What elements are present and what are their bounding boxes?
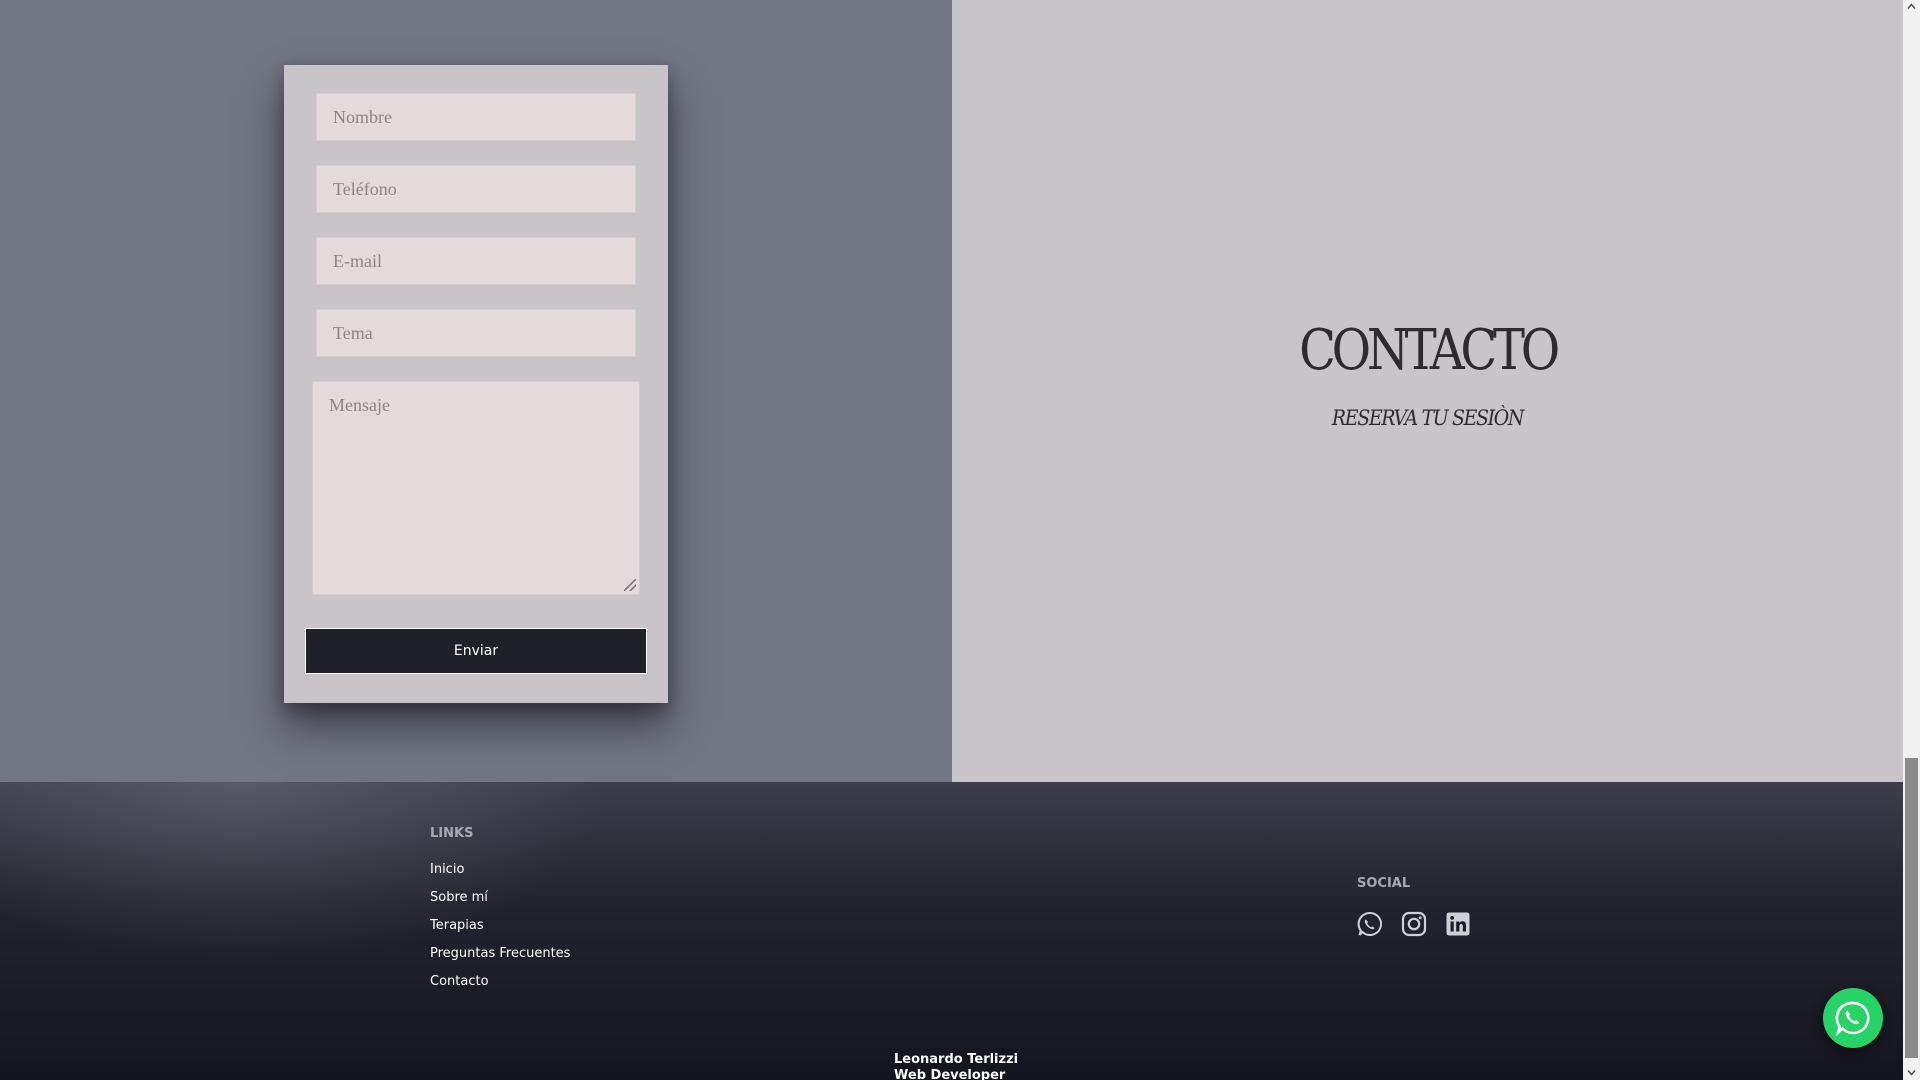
- footer-link-inicio[interactable]: Inicio: [430, 862, 464, 877]
- vertical-scrollbar[interactable]: [1903, 0, 1920, 1080]
- linkedin-icon[interactable]: [1444, 910, 1472, 938]
- page-subtitle: RESERVA TU SESIÒN: [1331, 406, 1524, 430]
- message-placeholder: Mensaje: [329, 395, 390, 415]
- subject-field[interactable]: Tema: [316, 309, 636, 357]
- name-placeholder: Nombre: [333, 106, 392, 127]
- submit-button[interactable]: Enviar: [305, 628, 647, 674]
- form-pane: Nombre Teléfono E-mail Tema Mensaje Envi…: [0, 0, 952, 782]
- credit-name: Leonardo Terlizzi: [894, 1052, 1019, 1067]
- whatsapp-icon: [1835, 1001, 1870, 1037]
- footer-link-sobre-mi[interactable]: Sobre mí: [430, 890, 488, 905]
- message-field[interactable]: Mensaje: [312, 381, 640, 595]
- scroll-up-arrow-icon[interactable]: [1907, 2, 1916, 11]
- heading-pane: CONTACTO RESERVA TU SESIÒN: [952, 0, 1903, 782]
- scrollbar-thumb[interactable]: [1905, 758, 1918, 1058]
- scroll-down-arrow-icon[interactable]: [1907, 1068, 1916, 1077]
- email-field[interactable]: E-mail: [316, 237, 636, 285]
- page-title: CONTACTO: [1299, 318, 1560, 383]
- whatsapp-icon[interactable]: [1356, 910, 1384, 938]
- email-placeholder: E-mail: [333, 250, 382, 271]
- subject-placeholder: Tema: [333, 322, 373, 343]
- footer-link-preguntas[interactable]: Preguntas Frecuentes: [430, 946, 570, 961]
- credit-role: Web Developer: [894, 1068, 1006, 1080]
- resize-handle-icon[interactable]: [624, 579, 636, 591]
- contact-form: Nombre Teléfono E-mail Tema Mensaje Envi…: [284, 65, 668, 703]
- social-heading: SOCIAL: [1357, 876, 1411, 891]
- phone-field[interactable]: Teléfono: [316, 165, 636, 213]
- whatsapp-float-button[interactable]: [1823, 988, 1883, 1048]
- footer-link-contacto[interactable]: Contacto: [430, 974, 489, 989]
- footer-link-terapias[interactable]: Terapias: [430, 918, 484, 933]
- contact-section: Nombre Teléfono E-mail Tema Mensaje Envi…: [0, 0, 1903, 782]
- links-heading: LINKS: [430, 826, 474, 841]
- name-field[interactable]: Nombre: [316, 93, 636, 141]
- footer: LINKS Inicio Sobre mí Terapias Preguntas…: [0, 782, 1903, 1080]
- phone-placeholder: Teléfono: [333, 178, 397, 199]
- credit: Leonardo Terlizzi Web Developer: [894, 1052, 1018, 1080]
- instagram-icon[interactable]: [1400, 910, 1428, 938]
